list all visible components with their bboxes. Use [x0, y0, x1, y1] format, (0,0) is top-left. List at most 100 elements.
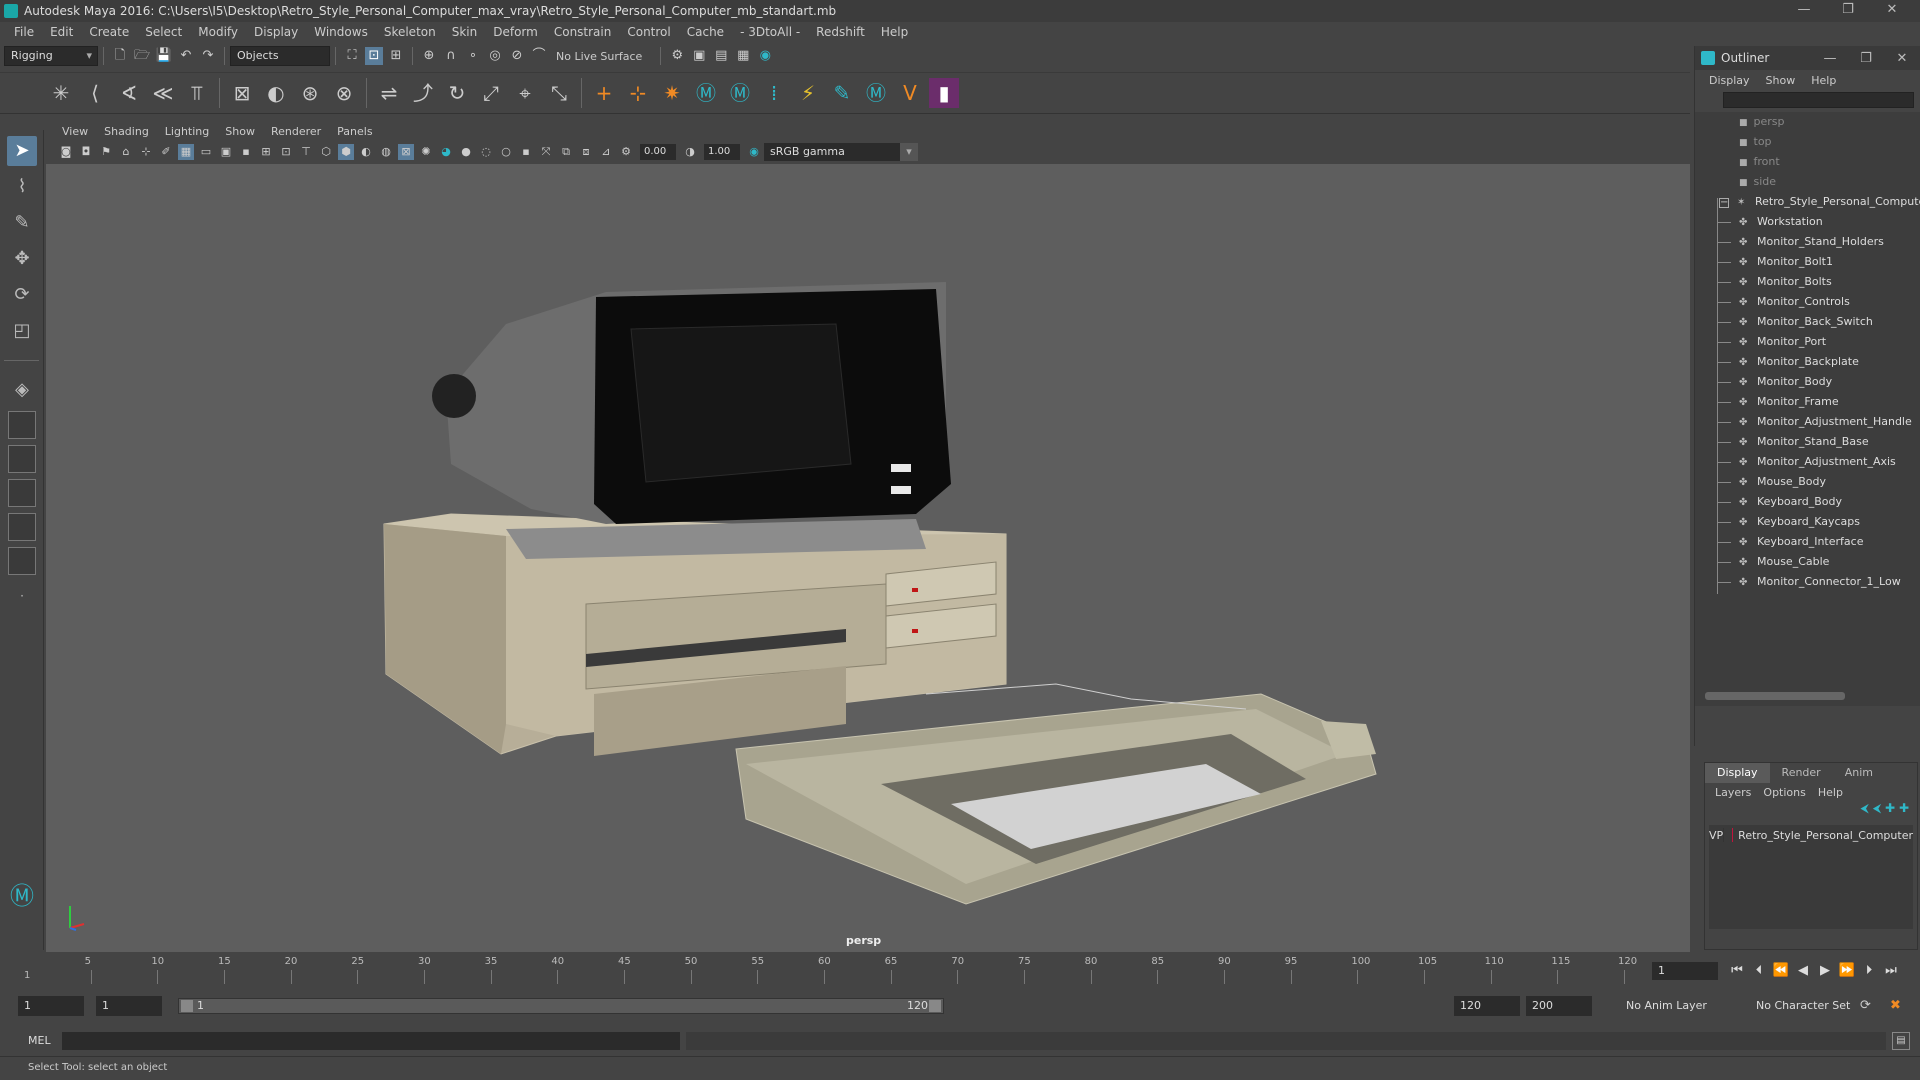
- menu-redshift[interactable]: Redshift: [808, 25, 873, 39]
- save-scene-icon[interactable]: 💾: [155, 47, 173, 65]
- outliner-item-child[interactable]: ✤ Keyboard_Body: [1695, 492, 1920, 512]
- go-to-end-icon[interactable]: ⏭: [1880, 960, 1902, 982]
- maximize-button[interactable]: ❐: [1828, 0, 1868, 22]
- pole-vector-icon[interactable]: ⤡: [544, 78, 574, 108]
- view-transform-dropdown[interactable]: sRGB gamma ▾: [764, 143, 918, 161]
- lasso-tool-icon[interactable]: ⌇: [7, 172, 37, 202]
- smooth-shade-icon[interactable]: ⬢: [338, 144, 354, 160]
- menu-edit[interactable]: Edit: [42, 25, 81, 39]
- layer-menu-help[interactable]: Help: [1812, 786, 1849, 799]
- four-view-layout-icon[interactable]: [8, 411, 36, 439]
- cluster-icon[interactable]: ⊗: [329, 78, 359, 108]
- aim-constraint-icon[interactable]: ⤴: [408, 78, 438, 108]
- menu-create[interactable]: Create: [81, 25, 137, 39]
- menu-help[interactable]: Help: [873, 25, 916, 39]
- outliner-item-child[interactable]: ✤ Mouse_Body: [1695, 472, 1920, 492]
- ik-handle-icon[interactable]: ∢: [114, 78, 144, 108]
- single-perspective-layout-icon[interactable]: ◈: [7, 375, 37, 405]
- snap-surface-icon[interactable]: ⊘: [508, 47, 526, 65]
- outliner-item-root[interactable]: − ✶ Retro_Style_Personal_Computer: [1695, 192, 1920, 212]
- film-gate-icon[interactable]: ▭: [198, 144, 214, 160]
- range-bar[interactable]: 1 120: [178, 998, 944, 1014]
- smooth-bind-icon[interactable]: ⊠: [227, 78, 257, 108]
- layer-visibility-toggle[interactable]: V: [1709, 829, 1717, 842]
- outliner-horizontal-scrollbar[interactable]: [1705, 692, 1845, 700]
- set-key-icon[interactable]: ⊹: [623, 78, 653, 108]
- persp-graph-layout-icon[interactable]: [8, 513, 36, 541]
- render-settings-icon[interactable]: ⚙: [668, 47, 686, 65]
- command-input[interactable]: [62, 1032, 680, 1050]
- outliner-item-persp[interactable]: persp: [1695, 112, 1920, 132]
- auto-key-icon[interactable]: ⟳: [1860, 996, 1871, 1016]
- snap-curve-icon[interactable]: ∩: [442, 47, 460, 65]
- close-button[interactable]: ✕: [1872, 0, 1912, 22]
- depth-of-field-icon[interactable]: ▪: [518, 144, 534, 160]
- menu-control[interactable]: Control: [619, 25, 678, 39]
- grease-pencil-icon[interactable]: ✐: [158, 144, 174, 160]
- snap-view-plane-icon[interactable]: ◎: [486, 47, 504, 65]
- maya-plugin-icon[interactable]: Ⓜ: [691, 78, 721, 108]
- playback-end-field[interactable]: 120: [1454, 996, 1520, 1016]
- new-layer-selected-icon[interactable]: ✚: [1899, 801, 1909, 815]
- outliner-search-input[interactable]: [1723, 92, 1914, 108]
- outliner-item-child[interactable]: ✤ Monitor_Bolt1: [1695, 252, 1920, 272]
- vray-icon[interactable]: V: [895, 78, 925, 108]
- outliner-item-child[interactable]: ✤ Mouse_Cable: [1695, 552, 1920, 572]
- gamma-icon[interactable]: ◑: [682, 144, 698, 160]
- step-forward-key-icon[interactable]: ⏩: [1836, 960, 1858, 982]
- perspective-viewport[interactable]: View Shading Lighting Show Renderer Pane…: [46, 122, 1690, 952]
- character-set-dropdown[interactable]: No Character Set: [1756, 996, 1850, 1016]
- textured-icon[interactable]: ⊠: [398, 144, 414, 160]
- safe-action-icon[interactable]: ⊡: [278, 144, 294, 160]
- layer-menu-options[interactable]: Options: [1757, 786, 1811, 799]
- go-to-start-icon[interactable]: ⏮: [1726, 960, 1748, 982]
- move-layer-down-icon[interactable]: ⮜: [1873, 801, 1882, 815]
- lattice-icon[interactable]: ⊛: [295, 78, 325, 108]
- snap-grid-icon[interactable]: ⊕: [420, 47, 438, 65]
- hypershade-layout-icon[interactable]: [8, 547, 36, 575]
- menu-modify[interactable]: Modify: [190, 25, 246, 39]
- redo-icon[interactable]: ↷: [199, 47, 217, 65]
- xray-joints-icon[interactable]: ⧈: [578, 144, 594, 160]
- camera-select-icon[interactable]: ◙: [58, 144, 74, 160]
- point-constraint-icon[interactable]: ⇌: [374, 78, 404, 108]
- wireframe-icon[interactable]: ⬡: [318, 144, 334, 160]
- menu-skin[interactable]: Skin: [444, 25, 486, 39]
- playback-start-field[interactable]: 1: [96, 996, 162, 1016]
- anim-layer-dropdown[interactable]: No Anim Layer: [1626, 996, 1707, 1016]
- menu-constrain[interactable]: Constrain: [546, 25, 620, 39]
- panel-menu-shading[interactable]: Shading: [96, 125, 157, 138]
- range-start-handle[interactable]: [181, 1000, 193, 1012]
- menu-select[interactable]: Select: [137, 25, 190, 39]
- default-material-icon[interactable]: ◐: [358, 144, 374, 160]
- ik-spline-icon[interactable]: ≪: [148, 78, 178, 108]
- resolution-gate-icon[interactable]: ▣: [218, 144, 234, 160]
- scale-tool-icon[interactable]: ◰: [7, 316, 37, 346]
- mirror-joint-icon[interactable]: ⫪: [182, 78, 212, 108]
- locator-icon[interactable]: +: [589, 78, 619, 108]
- snap-live-icon[interactable]: ⌒: [530, 47, 548, 65]
- parent-constraint-icon[interactable]: ⌖: [510, 78, 540, 108]
- scale-constraint-icon[interactable]: ⤢: [476, 78, 506, 108]
- grid-script-icon[interactable]: ⁞: [759, 78, 789, 108]
- paint-weights-icon[interactable]: ◐: [261, 78, 291, 108]
- gate-mask-icon[interactable]: ▪: [238, 144, 254, 160]
- motion-blur-icon[interactable]: ◌: [478, 144, 494, 160]
- command-language-label[interactable]: MEL: [28, 1032, 51, 1050]
- multisample-aa-icon[interactable]: ○: [498, 144, 514, 160]
- use-all-lights-icon[interactable]: ✺: [418, 144, 434, 160]
- outliner-close-button[interactable]: ✕: [1884, 51, 1920, 66]
- shadows-icon[interactable]: ◕: [438, 144, 454, 160]
- create-joint-icon[interactable]: ✳: [46, 78, 76, 108]
- outliner-minimize-button[interactable]: —: [1812, 51, 1848, 66]
- play-backwards-icon[interactable]: ◀: [1792, 960, 1814, 982]
- select-component-icon[interactable]: ⊞: [387, 47, 405, 65]
- screen-space-ao-icon[interactable]: ●: [458, 144, 474, 160]
- select-tool-icon[interactable]: ➤: [7, 136, 37, 166]
- isolate-select-icon[interactable]: ⤧: [538, 144, 554, 160]
- menu-deform[interactable]: Deform: [485, 25, 546, 39]
- script-editor-icon[interactable]: ▤: [1892, 1032, 1910, 1050]
- camera-attributes-icon[interactable]: ◘: [78, 144, 94, 160]
- exposure-icon[interactable]: ⚙: [618, 144, 634, 160]
- outliner-maximize-button[interactable]: ❐: [1848, 51, 1884, 66]
